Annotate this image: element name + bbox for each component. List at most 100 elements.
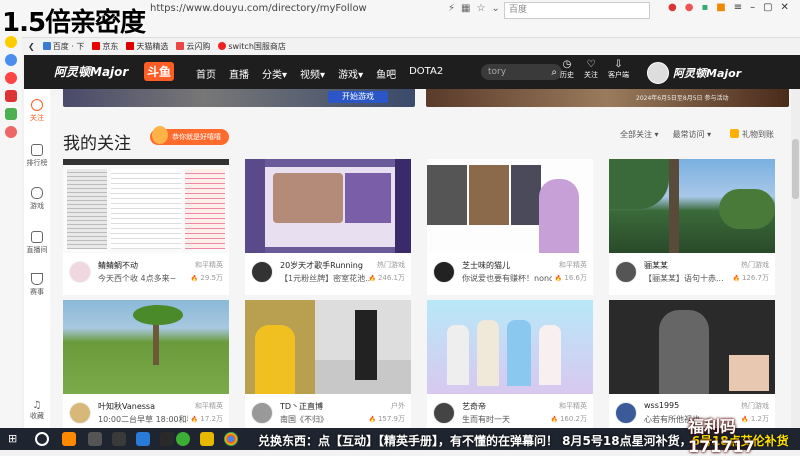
restore-icon[interactable]: ▢ [763,2,772,13]
stream-category[interactable]: 热门游戏 [377,260,405,270]
back-icon[interactable]: ❮ [28,42,35,51]
streamer-name[interactable]: 芝士味的猫儿 [462,260,552,271]
stream-card[interactable]: 芝士味的猫儿 和平精英 你说爱也要有赚杯！nono... 16.6万 [427,159,593,295]
stream-thumbnail[interactable] [609,300,775,394]
avatar[interactable] [647,62,669,84]
app-icon[interactable] [200,432,214,446]
stream-thumbnail[interactable] [63,300,229,394]
sidebar-item-game[interactable]: 游戏 [24,187,50,211]
avatar[interactable] [615,402,637,424]
stream-category[interactable]: 和平精英 [559,260,587,270]
lightning-icon[interactable]: ⚡ [448,3,455,14]
start-game-button[interactable]: 开始游戏 [328,91,388,103]
history-button[interactable]: ◷ 历史 [560,60,574,80]
follow-button[interactable]: ♡ 关注 [584,60,598,80]
stream-thumbnail[interactable] [609,159,775,253]
stream-card[interactable]: 鲭鲭鲷不动 和平精英 今天西个收 4点多来~ 29.5万 [63,159,229,295]
menu-icon[interactable]: ≡ [734,2,742,13]
stream-thumbnail[interactable] [245,300,411,394]
stream-category[interactable]: 热门游戏 [741,260,769,270]
avatar[interactable] [615,261,637,283]
app-icon[interactable] [5,72,17,84]
app-icon[interactable] [160,432,174,446]
wechat-icon[interactable] [176,432,190,446]
grid-icon[interactable]: ▦ [461,3,470,14]
stream-category[interactable]: 热门游戏 [741,401,769,411]
app-icon[interactable] [5,90,17,102]
sidebar-item-room[interactable]: 直播间 [24,231,50,255]
site-search-input[interactable]: tory ⌕ [481,64,562,80]
app-icon[interactable] [62,432,76,446]
bookmark-item[interactable]: 天猫精选 [126,41,168,52]
stream-category[interactable]: 户外 [391,401,405,411]
sidebar-item-match[interactable]: 赛事 [24,273,50,297]
filter-frequent[interactable]: 最常访问 ▾ [673,129,712,140]
promo-pill[interactable]: 恭你就是好嘻嘻 [150,126,229,145]
streamer-name[interactable]: wss1995 [644,401,734,410]
stream-card[interactable]: wss1995 热门游戏 心若有所他视也 1.2万 [609,300,775,428]
gift-button[interactable]: 礼物到账 [730,129,774,140]
stream-category[interactable]: 和平精英 [195,260,223,270]
promo-banner[interactable]: 2024年6月5日至8月5日 参与活动 [426,89,789,107]
stream-thumbnail[interactable] [427,300,593,394]
bookmark-item[interactable]: switch国服商店 [218,41,286,52]
sidebar-item-follow[interactable]: 关注 [24,99,50,123]
search-icon[interactable]: ⌕ [551,65,557,81]
client-button[interactable]: ⇩ 客户端 [608,60,629,80]
nav-item-home[interactable]: 首页 [196,66,216,81]
bookmark-item[interactable]: 云闪购 [176,41,210,52]
sidebar-item-collect[interactable]: ♫ 收藏 [24,400,50,421]
search-icon[interactable] [35,432,49,446]
app-icon[interactable] [112,432,126,446]
stream-thumbnail[interactable] [245,159,411,253]
start-icon[interactable]: ⊞ [8,432,22,446]
chevron-down-icon[interactable]: ⌄ [491,3,499,14]
bookmark-item[interactable]: 百度 · 下 [42,41,84,52]
streamer-name[interactable]: 鲭鲭鲷不动 [98,260,188,271]
extension-icon[interactable]: ▪ [701,2,708,13]
close-icon[interactable]: ✕ [781,2,789,13]
avatar[interactable] [251,402,273,424]
stream-thumbnail[interactable] [63,159,229,253]
address-bar[interactable]: https://www.douyu.com/directory/myFollow [150,3,367,14]
stream-thumbnail[interactable] [427,159,593,253]
avatar[interactable] [69,402,91,424]
filter-all[interactable]: 全部关注 ▾ [620,129,659,140]
streamer-name[interactable]: 艺奇帝 [462,401,552,412]
user-menu[interactable]: 阿灵顿Major [647,62,741,84]
star-icon[interactable]: ☆ [476,3,485,14]
minimize-icon[interactable]: – [750,2,755,13]
stream-category[interactable]: 和平精英 [195,401,223,411]
bookmark-item[interactable]: 京东 [92,41,118,52]
nav-item-yuba[interactable]: 鱼吧 [376,66,396,81]
stream-card[interactable]: TD丶正直博 户外 南国《不归》 157.9万 [245,300,411,428]
stream-card[interactable]: 叶知秋Vanessa 和平精英 10:00二台早草 18:00和秋 17.2万 [63,300,229,428]
stream-card[interactable]: 骊某某 热门游戏 【骊某某】语句十赤... 126.7万 [609,159,775,295]
extension-icon[interactable]: ■ [716,2,725,13]
apps-grid-icon[interactable] [5,108,17,120]
nav-item-game[interactable]: 游戏▾ [338,66,363,81]
streamer-name[interactable]: 叶知秋Vanessa [98,401,188,412]
avatar[interactable] [251,261,273,283]
extension-icon[interactable]: ● [668,2,677,13]
streamer-name[interactable]: 20岁天才歌手Running [280,260,370,271]
douyu-logo[interactable]: 斗鱼 [144,62,175,81]
nav-item-category[interactable]: 分类▾ [262,66,287,81]
sidebar-item-rank[interactable]: 排行榜 [24,144,50,168]
nav-item-live[interactable]: 直播 [229,66,249,81]
page-scrollbar[interactable] [791,89,800,428]
browser-icon[interactable] [224,432,238,446]
app-icon[interactable] [136,432,150,446]
nav-item-video[interactable]: 视频▾ [300,66,325,81]
app-icon[interactable] [5,54,17,66]
streamer-name[interactable]: TD丶正直博 [280,401,370,412]
stream-category[interactable]: 和平精英 [559,401,587,411]
stream-card[interactable]: 20岁天才歌手Running 热门游戏 【1元粉丝牌】密室花池... 246.1… [245,159,411,295]
avatar[interactable] [69,261,91,283]
streamer-name[interactable]: 骊某某 [644,260,734,271]
scroll-thumb[interactable] [792,139,799,199]
avatar[interactable] [433,261,455,283]
nav-item-dota2[interactable]: DOTA2 [409,66,443,81]
stream-card[interactable]: 艺奇帝 和平精英 生而有时一天 160.2万 [427,300,593,428]
weibo-icon[interactable] [5,126,17,138]
